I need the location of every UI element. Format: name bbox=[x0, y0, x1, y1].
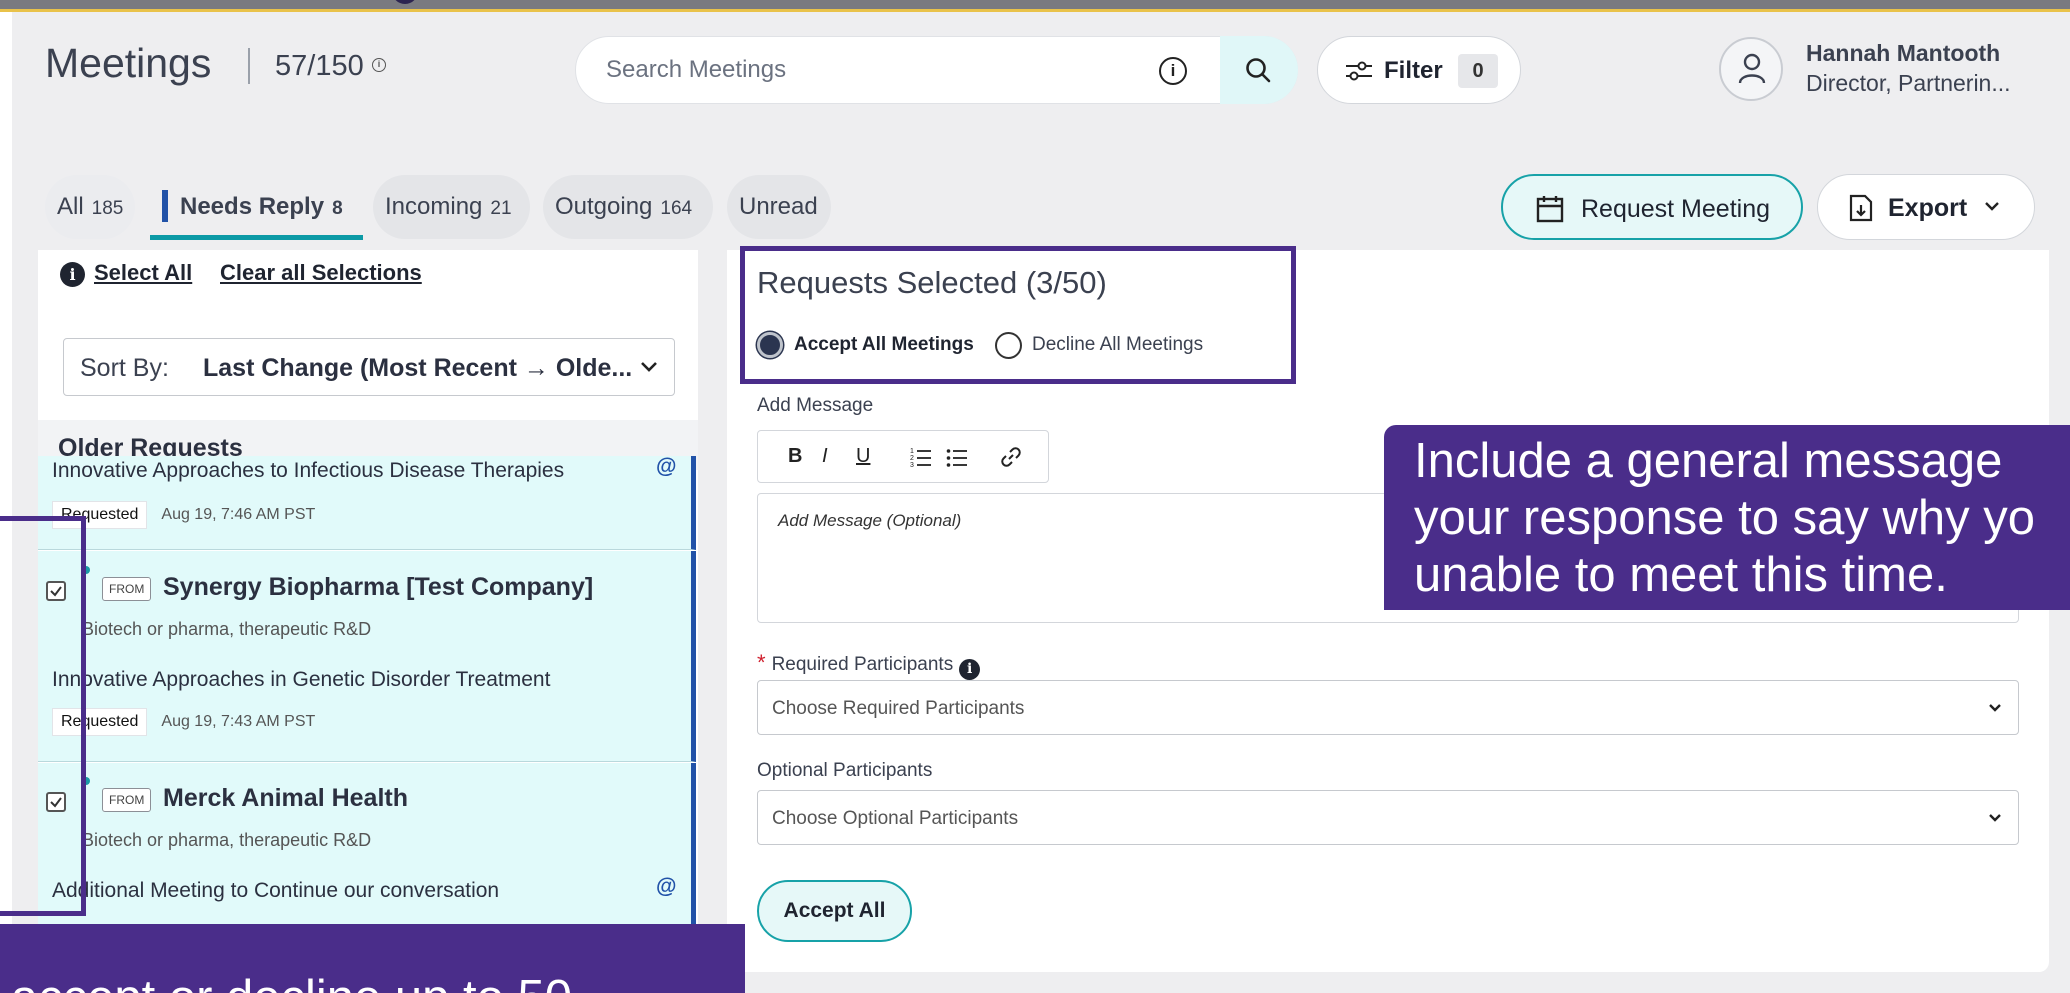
tab-all[interactable]: All 185 bbox=[45, 175, 135, 239]
tab-count: 21 bbox=[490, 198, 512, 219]
tab-label: Incoming bbox=[385, 193, 483, 220]
avatar[interactable] bbox=[1719, 37, 1783, 101]
svg-text:3: 3 bbox=[910, 462, 914, 467]
svg-text:1: 1 bbox=[910, 448, 914, 455]
chevron-down-icon bbox=[1985, 202, 1999, 211]
tab-label: All bbox=[57, 193, 84, 220]
filter-button[interactable]: Filter 0 bbox=[1317, 36, 1521, 104]
download-icon bbox=[1849, 194, 1873, 222]
optional-participants-select[interactable]: Choose Optional Participants bbox=[757, 790, 2019, 845]
tab-label: Outgoing bbox=[555, 193, 653, 220]
request-meeting-button[interactable]: Request Meeting bbox=[1501, 174, 1803, 240]
calendar-icon bbox=[1536, 196, 1564, 223]
required-asterisk: * bbox=[757, 650, 766, 675]
tutorial-callout: Include a general message your response … bbox=[1384, 425, 2070, 610]
tab-unread[interactable]: Unread bbox=[727, 175, 831, 239]
export-button[interactable]: Export bbox=[1817, 174, 2035, 240]
user-icon bbox=[1738, 53, 1766, 84]
callout-line: your response to say why yo bbox=[1414, 491, 2035, 545]
filter-count-badge: 0 bbox=[1458, 54, 1498, 88]
bold-button[interactable]: B bbox=[788, 445, 802, 468]
meeting-title: Innovative Approaches in Genetic Disorde… bbox=[52, 668, 551, 691]
callout-line: unable to meet this time. bbox=[1414, 548, 1948, 602]
chevron-down-icon bbox=[1989, 814, 2001, 822]
tab-label: Needs Reply bbox=[180, 193, 325, 220]
info-icon[interactable]: i bbox=[372, 58, 386, 72]
requests-list-panel: i Select All Clear all Selections Sort B… bbox=[38, 250, 698, 970]
required-participants-placeholder: Choose Required Participants bbox=[772, 698, 1025, 719]
meeting-title: Innovative Approaches to Infectious Dise… bbox=[52, 459, 565, 482]
callout-line: Include a general message bbox=[1414, 434, 2003, 488]
active-tab-underline bbox=[150, 235, 363, 240]
add-message-label: Add Message bbox=[757, 395, 874, 416]
from-badge: FROM bbox=[102, 788, 152, 812]
callout-line: h accept or decline up to 50 bbox=[0, 970, 572, 993]
status-row: Requested Aug 19, 7:46 AM PST bbox=[52, 501, 315, 529]
accept-all-button[interactable]: Accept All bbox=[757, 880, 912, 942]
svg-text:2: 2 bbox=[910, 455, 914, 462]
required-participants-text: Required Participants bbox=[771, 654, 954, 675]
required-participants-select[interactable]: Choose Required Participants bbox=[757, 680, 2019, 735]
tab-needs-reply[interactable]: Needs Reply 8 bbox=[150, 175, 363, 240]
select-all-link[interactable]: Select All bbox=[94, 260, 192, 286]
top-strip bbox=[0, 0, 2070, 12]
filter-label: Filter bbox=[1384, 57, 1443, 84]
timestamp: Aug 19, 7:43 AM PST bbox=[161, 713, 316, 730]
user-name: Hannah Mantooth bbox=[1806, 40, 2001, 66]
tab-count: 164 bbox=[660, 198, 693, 219]
required-participants-label: * Required Participants i bbox=[757, 650, 981, 680]
optional-participants-label: Optional Participants bbox=[757, 760, 933, 781]
sort-value: Last Change (Most Recent → Olde... bbox=[203, 354, 633, 382]
mention-icon: @ bbox=[656, 455, 677, 478]
search-icon bbox=[1246, 58, 1271, 83]
meeting-title: Additional Meeting to Continue our conve… bbox=[52, 879, 500, 902]
company-category: Biotech or pharma, therapeutic R&D bbox=[82, 619, 372, 639]
formatting-toolbar: B I U 123 bbox=[757, 430, 1049, 483]
tab-label: Unread bbox=[739, 193, 818, 220]
search-input[interactable] bbox=[606, 37, 1126, 103]
italic-button[interactable]: I bbox=[822, 445, 828, 468]
export-label: Export bbox=[1888, 194, 1968, 222]
sliders-icon bbox=[1346, 61, 1372, 81]
user-role: Director, Partnerin... bbox=[1806, 70, 2011, 96]
tutorial-callout-bottom: h accept or decline up to 50 bbox=[0, 924, 745, 993]
from-badge: FROM bbox=[102, 577, 152, 601]
tab-count: 8 bbox=[332, 198, 343, 219]
highlight-box-checkboxes bbox=[0, 516, 86, 916]
page-title: Meetings bbox=[45, 40, 212, 86]
clear-selections-link[interactable]: Clear all Selections bbox=[220, 260, 422, 286]
list-item[interactable]: FROM Synergy Biopharma [Test Company] Bi… bbox=[38, 551, 696, 762]
numbered-list-icon[interactable]: 123 bbox=[910, 447, 932, 467]
mention-icon: @ bbox=[656, 875, 677, 898]
meeting-count: 57/150 bbox=[275, 50, 364, 82]
request-meeting-label: Request Meeting bbox=[1581, 195, 1771, 223]
optional-participants-placeholder: Choose Optional Participants bbox=[772, 808, 1019, 829]
search-bar: i bbox=[575, 36, 1298, 104]
highlight-box-selection bbox=[740, 246, 1296, 384]
company-name: Synergy Biopharma [Test Company] bbox=[163, 573, 594, 601]
status-row: Requested Aug 19, 7:43 AM PST bbox=[52, 708, 315, 736]
chevron-down-icon bbox=[1989, 704, 2001, 712]
sort-prefix: Sort By: bbox=[80, 354, 169, 382]
tab-count: 185 bbox=[91, 198, 124, 219]
info-icon[interactable]: i bbox=[959, 659, 981, 680]
underline-button[interactable]: U bbox=[856, 445, 870, 468]
tab-incoming[interactable]: Incoming 21 bbox=[373, 175, 530, 239]
info-icon[interactable]: i bbox=[60, 262, 85, 287]
tab-outgoing[interactable]: Outgoing 164 bbox=[543, 175, 713, 239]
active-tab-marker bbox=[162, 190, 168, 222]
chevron-down-icon bbox=[641, 362, 657, 372]
title-divider bbox=[248, 48, 250, 84]
company-name: Merck Animal Health bbox=[163, 784, 408, 812]
company-category: Biotech or pharma, therapeutic R&D bbox=[82, 830, 372, 850]
link-icon[interactable] bbox=[1000, 446, 1022, 468]
search-button[interactable] bbox=[1220, 36, 1298, 104]
bullet-list-icon[interactable] bbox=[946, 447, 968, 467]
list-item[interactable]: Innovative Approaches to Infectious Dise… bbox=[38, 455, 696, 550]
timestamp: Aug 19, 7:46 AM PST bbox=[161, 506, 316, 523]
search-info-icon[interactable]: i bbox=[1159, 57, 1187, 85]
sort-dropdown[interactable]: Sort By: Last Change (Most Recent → Olde… bbox=[63, 338, 675, 396]
